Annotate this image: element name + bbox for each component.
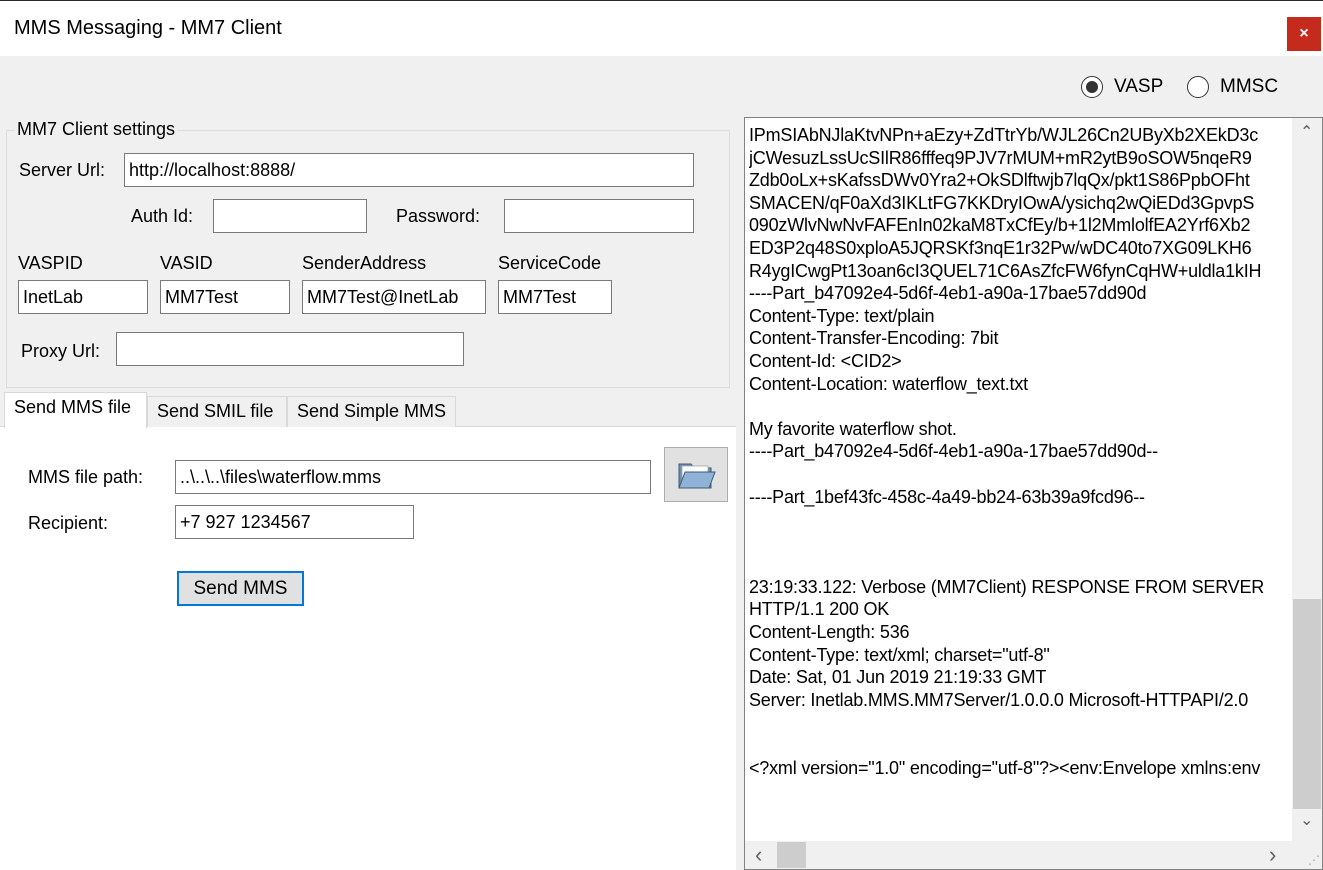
server-url-input[interactable]: http://localhost:8888/ [124, 153, 694, 187]
vaspid-input[interactable]: InetLab [18, 280, 148, 314]
mms-file-path-input[interactable]: ..\..\..\files\waterflow.mms [175, 460, 651, 494]
log-line: Content-Type: text/xml; charset="utf-8" [749, 644, 1050, 665]
log-text: IPmSIAbNJlaKtvNPn+aEzy+ZdTtrYb/WJL26Cn2U… [749, 124, 1290, 838]
log-line: 23:19:33.122: Verbose (MM7Client) RESPON… [749, 576, 1265, 597]
log-line: Content-Id: <CID2> [749, 350, 902, 371]
radio-mmsc-circle[interactable] [1187, 76, 1209, 98]
log-line: SMACEN/qF0aXd3IKLtFG7KKDryIOwA/ysichq2wQ… [749, 192, 1255, 213]
tab-send-smil-file[interactable]: Send SMIL file [147, 396, 287, 427]
horizontal-scroll-thumb[interactable] [777, 842, 806, 868]
close-icon: × [1299, 25, 1309, 42]
vertical-scroll-thumb[interactable] [1293, 599, 1321, 809]
log-line: ----Part_1bef43fc-458c-4a49-bb24-63b39a9… [749, 486, 1145, 507]
log-line: ED3P2q48S0xploA5JQRSKf3nqE1r32Pw/wDC40to… [749, 237, 1252, 258]
proxy-url-input[interactable] [116, 332, 464, 366]
resize-grip-icon[interactable]: ⋰ [1292, 841, 1322, 869]
password-input[interactable] [504, 199, 694, 233]
title-bar: MMS Messaging - MM7 Client × [0, 0, 1323, 56]
vasid-label: VASID [160, 253, 213, 273]
service-code-label: ServiceCode [498, 253, 602, 273]
log-line: HTTP/1.1 200 OK [749, 599, 890, 620]
vasid-input[interactable]: MM7Test [160, 280, 290, 314]
open-folder-icon [678, 463, 716, 488]
log-line: Zdb0oLx+sKafssDWv0Yra2+OkSDlftwjb7lqQx/p… [749, 170, 1250, 191]
log-line: IPmSIAbNJlaKtvNPn+aEzy+ZdTtrYb/WJL26Cn2U… [749, 125, 1259, 145]
scroll-right-icon[interactable]: › [1269, 842, 1276, 868]
send-mms-button[interactable]: Send MMS [177, 571, 304, 606]
radio-mmsc-label: MMSC [1220, 76, 1279, 97]
radio-vasp-label: VASP [1114, 76, 1164, 97]
log-line: R4ygICwgPt13oan6cI3QUEL71C6AsZfcFW6fynCq… [749, 260, 1262, 281]
mms-file-path-label: MMS file path: [28, 467, 144, 487]
log-line: jCWesuzLssUcSIlR86fffeq9PJV7rMUM+mR2ytB9… [749, 147, 1252, 168]
log-line: Server: Inetlab.MMS.MM7Server/1.0.0.0 Mi… [749, 689, 1249, 710]
auth-id-input[interactable] [213, 199, 367, 233]
log-line: <?xml version="1.0" encoding="utf-8"?><e… [749, 757, 1261, 778]
sender-address-label: SenderAddress [302, 253, 427, 273]
recipient-label: Recipient: [28, 513, 109, 533]
log-line: Content-Type: text/plain [749, 305, 935, 326]
radio-mmsc[interactable]: MMSC [1187, 76, 1278, 98]
close-button[interactable]: × [1287, 17, 1321, 51]
log-line: Content-Transfer-Encoding: 7bit [749, 328, 999, 349]
log-line: Content-Location: waterflow_text.txt [749, 373, 1028, 394]
scroll-left-icon[interactable]: ‹ [755, 842, 762, 868]
recipient-input[interactable]: +7 927 1234567 [175, 505, 414, 539]
password-label: Password: [396, 206, 481, 226]
log-line: ----Part_b47092e4-5d6f-4eb1-a90a-17bae57… [749, 441, 1158, 462]
tab-send-simple-mms[interactable]: Send Simple MMS [287, 396, 456, 427]
auth-id-label: Auth Id: [131, 206, 194, 226]
radio-vasp[interactable]: VASP [1081, 76, 1163, 98]
log-line: ----Part_b47092e4-5d6f-4eb1-a90a-17bae57… [749, 283, 1147, 304]
server-url-label: Server Url: [19, 160, 106, 180]
tab-send-mms-file[interactable]: Send MMS file [4, 392, 147, 428]
sender-address-input[interactable]: MM7Test@InetLab [302, 280, 486, 314]
vaspid-label: VASPID [18, 253, 83, 273]
log-line: 090zWlvNwNvFAFEnIn02kaM8TxCfEy/b+1l2Mmlo… [749, 215, 1251, 236]
horizontal-scrollbar[interactable]: ‹ › [745, 841, 1292, 869]
settings-group-label: MM7 Client settings [15, 119, 178, 140]
vertical-scrollbar[interactable]: ⌃ ⌄ [1292, 118, 1322, 841]
log-line: Date: Sat, 01 Jun 2019 21:19:33 GMT [749, 667, 1047, 688]
window-title: MMS Messaging - MM7 Client [14, 17, 282, 39]
log-line: My favorite waterflow shot. [749, 418, 957, 439]
log-output[interactable]: IPmSIAbNJlaKtvNPn+aEzy+ZdTtrYb/WJL26Cn2U… [744, 117, 1323, 870]
proxy-url-label: Proxy Url: [21, 341, 101, 361]
radio-selected-dot [1086, 81, 1098, 93]
scroll-up-icon[interactable]: ⌃ [1300, 122, 1313, 142]
radio-vasp-circle[interactable] [1081, 76, 1103, 98]
scroll-down-icon[interactable]: ⌄ [1300, 810, 1313, 830]
browse-file-button[interactable] [664, 447, 728, 502]
service-code-input[interactable]: MM7Test [498, 280, 612, 314]
log-line: Content-Length: 536 [749, 622, 910, 643]
